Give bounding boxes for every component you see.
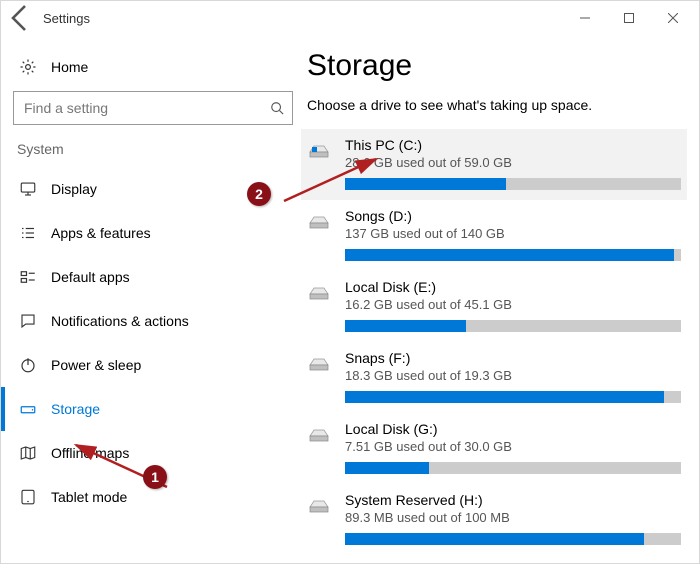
sidebar-item-label: Notifications & actions	[51, 313, 189, 329]
drive-name: System Reserved (H:)	[345, 492, 681, 508]
sidebar-item-label: Storage	[51, 401, 100, 417]
minimize-icon	[580, 13, 590, 23]
annotation-badge: 1	[143, 465, 167, 489]
drive-usage: 89.3 MB used out of 100 MB	[345, 510, 681, 525]
drive-row[interactable]: Local Disk (G:) 7.51 GB used out of 30.0…	[301, 413, 687, 484]
main-panel: Storage Choose a drive to see what's tak…	[301, 35, 699, 563]
titlebar: Settings	[1, 1, 699, 35]
sidebar-item-label: Offline maps	[51, 445, 129, 461]
drive-name: Songs (D:)	[345, 208, 681, 224]
sidebar-item-power-sleep[interactable]: Power & sleep	[13, 343, 293, 387]
drive-row[interactable]: Songs (D:) 137 GB used out of 140 GB	[301, 200, 687, 271]
sidebar-item-label: Apps & features	[51, 225, 151, 241]
drive-usage-bar	[345, 320, 681, 332]
drive-usage: 7.51 GB used out of 30.0 GB	[345, 439, 681, 454]
hdd-icon	[307, 281, 331, 305]
search-icon	[270, 101, 284, 115]
home-nav[interactable]: Home	[13, 47, 293, 87]
hdd-icon	[307, 210, 331, 234]
sidebar-item-default-apps[interactable]: Default apps	[13, 255, 293, 299]
page-subtitle: Choose a drive to see what's taking up s…	[307, 97, 681, 113]
hdd-icon	[307, 352, 331, 376]
sidebar-item-label: Default apps	[51, 269, 130, 285]
defaults-icon	[19, 268, 37, 286]
tablet-icon	[19, 488, 37, 506]
sidebar-item-storage[interactable]: Storage	[13, 387, 293, 431]
home-label: Home	[51, 59, 88, 75]
hdd-icon	[307, 494, 331, 518]
maximize-icon	[624, 13, 634, 23]
sidebar-item-label: Tablet mode	[51, 489, 127, 505]
display-icon	[19, 180, 37, 198]
arrow-left-icon	[5, 2, 37, 34]
hdd-icon	[307, 423, 331, 447]
drive-row[interactable]: System Reserved (H:) 89.3 MB used out of…	[301, 484, 687, 555]
minimize-button[interactable]	[563, 2, 607, 34]
drive-name: This PC (C:)	[345, 137, 681, 153]
drive-usage: 16.2 GB used out of 45.1 GB	[345, 297, 681, 312]
drive-row[interactable]: Local Disk (E:) 16.2 GB used out of 45.1…	[301, 271, 687, 342]
map-icon	[19, 444, 37, 462]
sidebar-item-label: Power & sleep	[51, 357, 141, 373]
maximize-button[interactable]	[607, 2, 651, 34]
drive-name: Local Disk (G:)	[345, 421, 681, 437]
drive-usage-bar	[345, 178, 681, 190]
drive-usage-bar	[345, 391, 681, 403]
hdd-icon	[307, 139, 331, 163]
drive-usage: 28.6 GB used out of 59.0 GB	[345, 155, 681, 170]
search-input-container[interactable]	[13, 91, 293, 125]
close-button[interactable]	[651, 2, 695, 34]
drive-usage-bar	[345, 533, 681, 545]
search-input[interactable]	[22, 99, 270, 117]
comment-icon	[19, 312, 37, 330]
gear-icon	[19, 58, 37, 76]
power-icon	[19, 356, 37, 374]
group-header-system: System	[13, 135, 293, 161]
drive-usage: 137 GB used out of 140 GB	[345, 226, 681, 241]
drive-name: Local Disk (E:)	[345, 279, 681, 295]
window-controls	[563, 2, 695, 34]
drive-usage: 18.3 GB used out of 19.3 GB	[345, 368, 681, 383]
back-button[interactable]	[5, 2, 37, 34]
drive-usage-bar	[345, 462, 681, 474]
sidebar-item-label: Display	[51, 181, 97, 197]
drive-usage-bar	[345, 249, 681, 261]
list-icon	[19, 224, 37, 242]
sidebar-item-apps-features[interactable]: Apps & features	[13, 211, 293, 255]
drive-row[interactable]: This PC (C:) 28.6 GB used out of 59.0 GB	[301, 129, 687, 200]
drive-name: Snaps (F:)	[345, 350, 681, 366]
drive-icon	[19, 400, 37, 418]
window-title: Settings	[43, 11, 90, 26]
annotation-badge: 2	[247, 182, 271, 206]
drive-list: This PC (C:) 28.6 GB used out of 59.0 GB…	[307, 129, 681, 555]
close-icon	[668, 13, 678, 23]
drive-row[interactable]: Snaps (F:) 18.3 GB used out of 19.3 GB	[301, 342, 687, 413]
page-title: Storage	[307, 49, 681, 83]
sidebar-item-notifications[interactable]: Notifications & actions	[13, 299, 293, 343]
